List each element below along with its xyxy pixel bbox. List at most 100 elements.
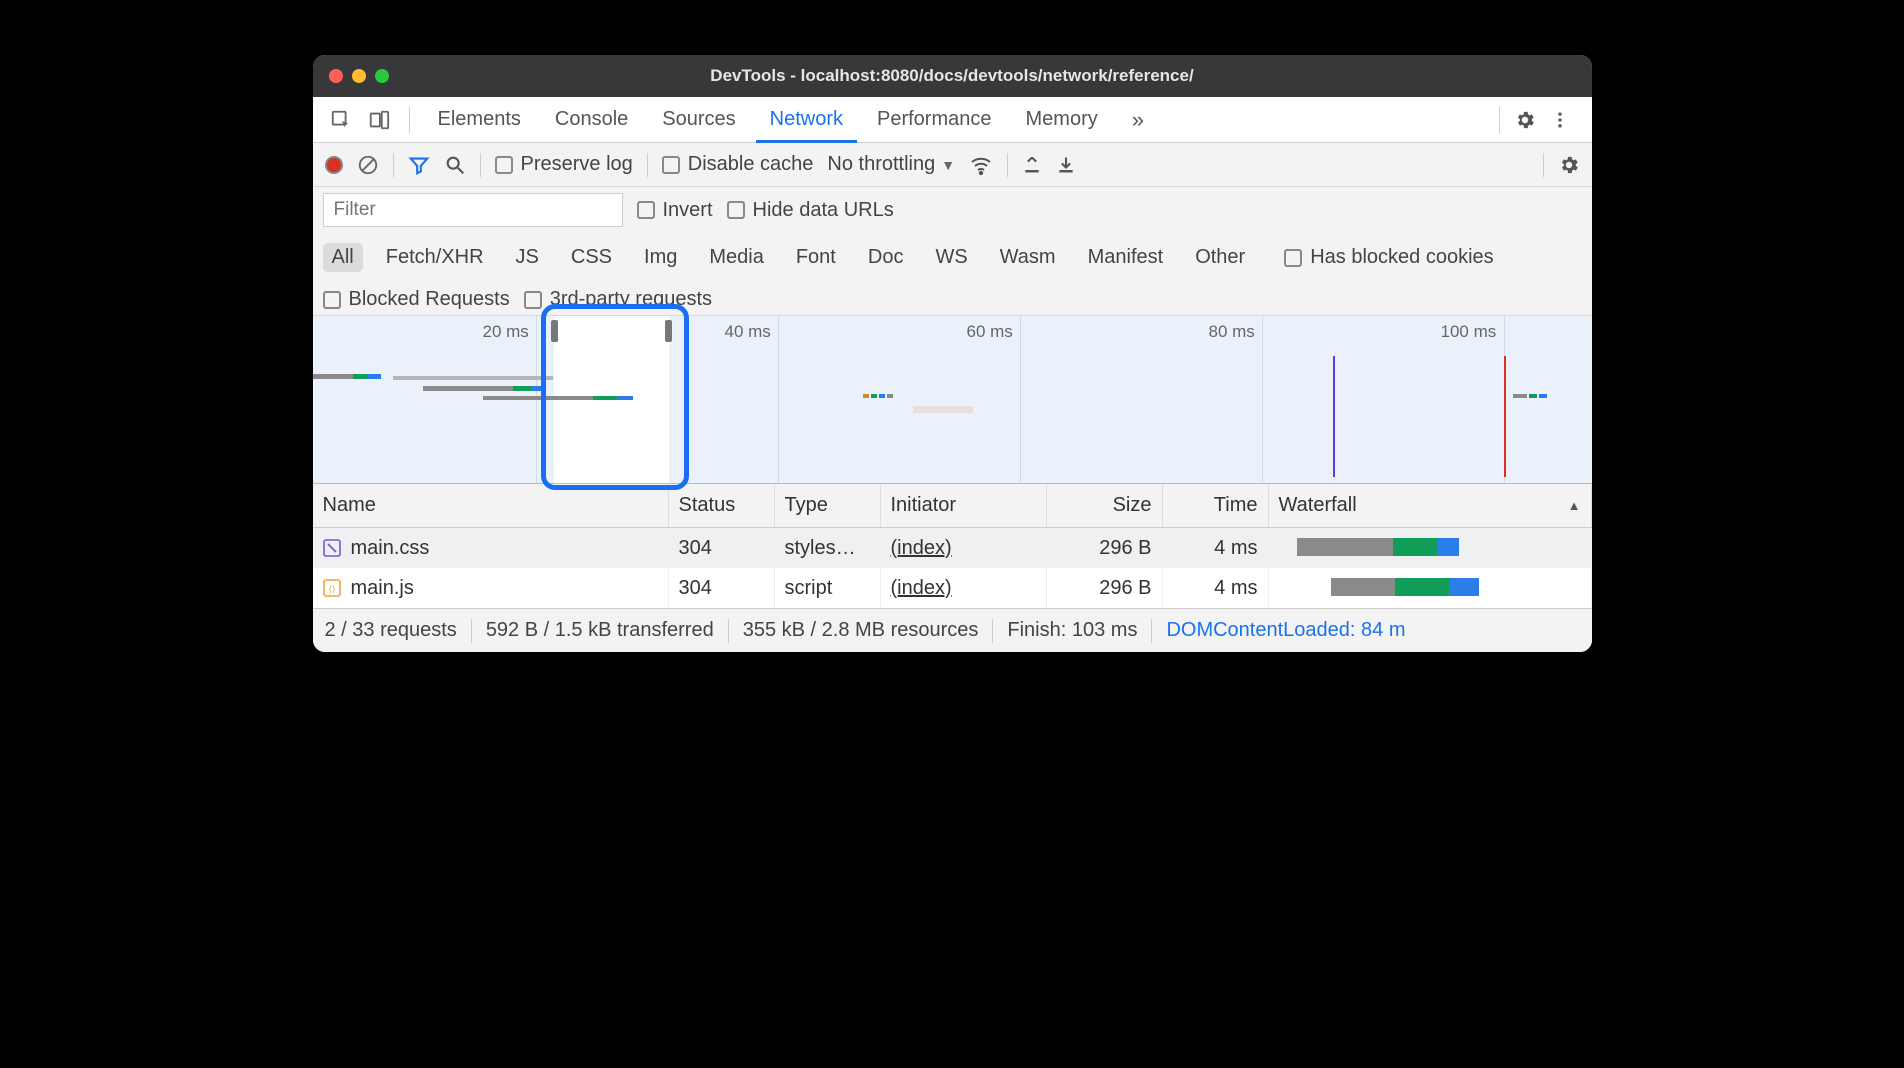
load-marker: [1504, 356, 1506, 477]
type-filter-js[interactable]: JS: [507, 243, 548, 272]
chevron-down-icon: ▼: [941, 157, 955, 173]
record-button[interactable]: [325, 156, 343, 174]
tick-label: 60 ms: [967, 322, 1013, 342]
tick-label: 40 ms: [725, 322, 771, 342]
divider: [1007, 153, 1008, 177]
third-party-checkbox[interactable]: 3rd-party requests: [524, 288, 712, 311]
preserve-log-label: Preserve log: [521, 153, 633, 176]
selection-handle-left[interactable]: [551, 320, 558, 342]
type-filter-media[interactable]: Media: [700, 243, 772, 272]
clear-icon[interactable]: [357, 154, 379, 176]
import-har-icon[interactable]: [1022, 155, 1042, 175]
status-domcontentloaded: DOMContentLoaded: 84 m: [1166, 619, 1405, 642]
type-filter-wasm[interactable]: Wasm: [991, 243, 1065, 272]
settings-icon[interactable]: [1514, 109, 1544, 131]
network-toolbar: Preserve log Disable cache No throttling…: [313, 143, 1592, 187]
cell-initiator[interactable]: (index): [891, 537, 952, 560]
inspect-element-icon[interactable]: [325, 104, 357, 136]
divider: [1543, 153, 1544, 177]
filter-icon[interactable]: [408, 154, 430, 176]
tick-label: 20 ms: [483, 322, 529, 342]
type-filter-manifest[interactable]: Manifest: [1079, 243, 1173, 272]
tab-sources[interactable]: Sources: [648, 100, 749, 139]
gridline: [1262, 316, 1263, 483]
type-filter-img[interactable]: Img: [635, 243, 686, 272]
tick-label: 80 ms: [1209, 322, 1255, 342]
cell-initiator[interactable]: (index): [891, 577, 952, 600]
type-filter-font[interactable]: Font: [787, 243, 845, 272]
hide-data-urls-checkbox[interactable]: Hide data URLs: [727, 199, 894, 222]
export-har-icon[interactable]: [1056, 155, 1076, 175]
has-blocked-cookies-checkbox[interactable]: Has blocked cookies: [1284, 246, 1493, 269]
window-title: DevTools - localhost:8080/docs/devtools/…: [313, 66, 1592, 86]
table-row[interactable]: main.css 304 styles… (index) 296 B 4 ms: [313, 528, 1592, 568]
invert-checkbox[interactable]: Invert: [637, 199, 713, 222]
tick-label: 100 ms: [1441, 322, 1497, 342]
column-header-size[interactable]: Size: [1047, 484, 1163, 527]
divider: [728, 619, 729, 643]
type-filter-all[interactable]: All: [323, 243, 363, 272]
sort-indicator-icon: ▲: [1568, 498, 1581, 513]
search-icon[interactable]: [444, 154, 466, 176]
disable-cache-checkbox[interactable]: Disable cache: [662, 153, 814, 176]
throttling-value: No throttling: [827, 153, 935, 176]
svg-text:⟨⟩: ⟨⟩: [328, 584, 335, 594]
network-conditions-icon[interactable]: [969, 153, 993, 177]
preserve-log-checkbox[interactable]: Preserve log: [495, 153, 633, 176]
close-window-button[interactable]: [329, 69, 343, 83]
cell-status: 304: [679, 537, 712, 560]
cell-type: styles…: [785, 537, 856, 560]
filter-input[interactable]: [323, 193, 623, 227]
divider: [1499, 107, 1500, 133]
panel-tabs: Elements Console Sources Network Perform…: [313, 97, 1592, 143]
cell-waterfall: [1269, 568, 1592, 608]
tab-performance[interactable]: Performance: [863, 100, 1006, 139]
status-transferred: 592 B / 1.5 kB transferred: [486, 619, 714, 642]
hide-data-urls-label: Hide data URLs: [753, 199, 894, 222]
divider: [393, 153, 394, 177]
more-menu-icon[interactable]: [1550, 110, 1580, 130]
tab-console[interactable]: Console: [541, 100, 642, 139]
tabs-overflow[interactable]: »: [1118, 99, 1158, 141]
divider: [409, 107, 410, 133]
type-filter-other[interactable]: Other: [1186, 243, 1254, 272]
has-blocked-cookies-label: Has blocked cookies: [1310, 246, 1493, 269]
divider: [471, 619, 472, 643]
column-header-initiator[interactable]: Initiator: [881, 484, 1047, 527]
timeline-overview[interactable]: 20 ms 40 ms 60 ms 80 ms 100 ms: [313, 316, 1592, 484]
blocked-requests-checkbox[interactable]: Blocked Requests: [323, 288, 510, 311]
divider: [1151, 619, 1152, 643]
throttling-select[interactable]: No throttling ▼: [827, 153, 955, 176]
titlebar: DevTools - localhost:8080/docs/devtools/…: [313, 55, 1592, 97]
column-header-waterfall[interactable]: Waterfall ▲: [1269, 484, 1592, 527]
invert-label: Invert: [663, 199, 713, 222]
tab-network[interactable]: Network: [756, 100, 857, 143]
dcl-marker: [1333, 356, 1335, 477]
type-filter-fetch-xhr[interactable]: Fetch/XHR: [377, 243, 493, 272]
column-header-waterfall-label: Waterfall: [1279, 494, 1357, 517]
network-settings-icon[interactable]: [1558, 154, 1580, 176]
type-filter-ws[interactable]: WS: [926, 243, 976, 272]
requests-table-body: main.css 304 styles… (index) 296 B 4 ms …: [313, 528, 1592, 608]
divider: [480, 153, 481, 177]
tab-memory[interactable]: Memory: [1012, 100, 1112, 139]
gridline: [778, 316, 779, 483]
tab-elements[interactable]: Elements: [424, 100, 535, 139]
type-filter-css[interactable]: CSS: [562, 243, 621, 272]
status-requests: 2 / 33 requests: [325, 619, 457, 642]
column-header-type[interactable]: Type: [775, 484, 881, 527]
selection-handle-right[interactable]: [665, 320, 672, 342]
column-header-time[interactable]: Time: [1163, 484, 1269, 527]
column-header-status[interactable]: Status: [669, 484, 775, 527]
third-party-label: 3rd-party requests: [550, 288, 712, 311]
status-resources: 355 kB / 2.8 MB resources: [743, 619, 979, 642]
device-toolbar-icon[interactable]: [363, 104, 395, 136]
cell-type: script: [785, 577, 833, 600]
type-filter-doc[interactable]: Doc: [859, 243, 913, 272]
css-file-icon: [323, 539, 341, 557]
zoom-window-button[interactable]: [375, 69, 389, 83]
minimize-window-button[interactable]: [352, 69, 366, 83]
table-row[interactable]: ⟨⟩ main.js 304 script (index) 296 B 4 ms: [313, 568, 1592, 608]
status-finish: Finish: 103 ms: [1007, 619, 1137, 642]
column-header-name[interactable]: Name: [313, 484, 669, 527]
